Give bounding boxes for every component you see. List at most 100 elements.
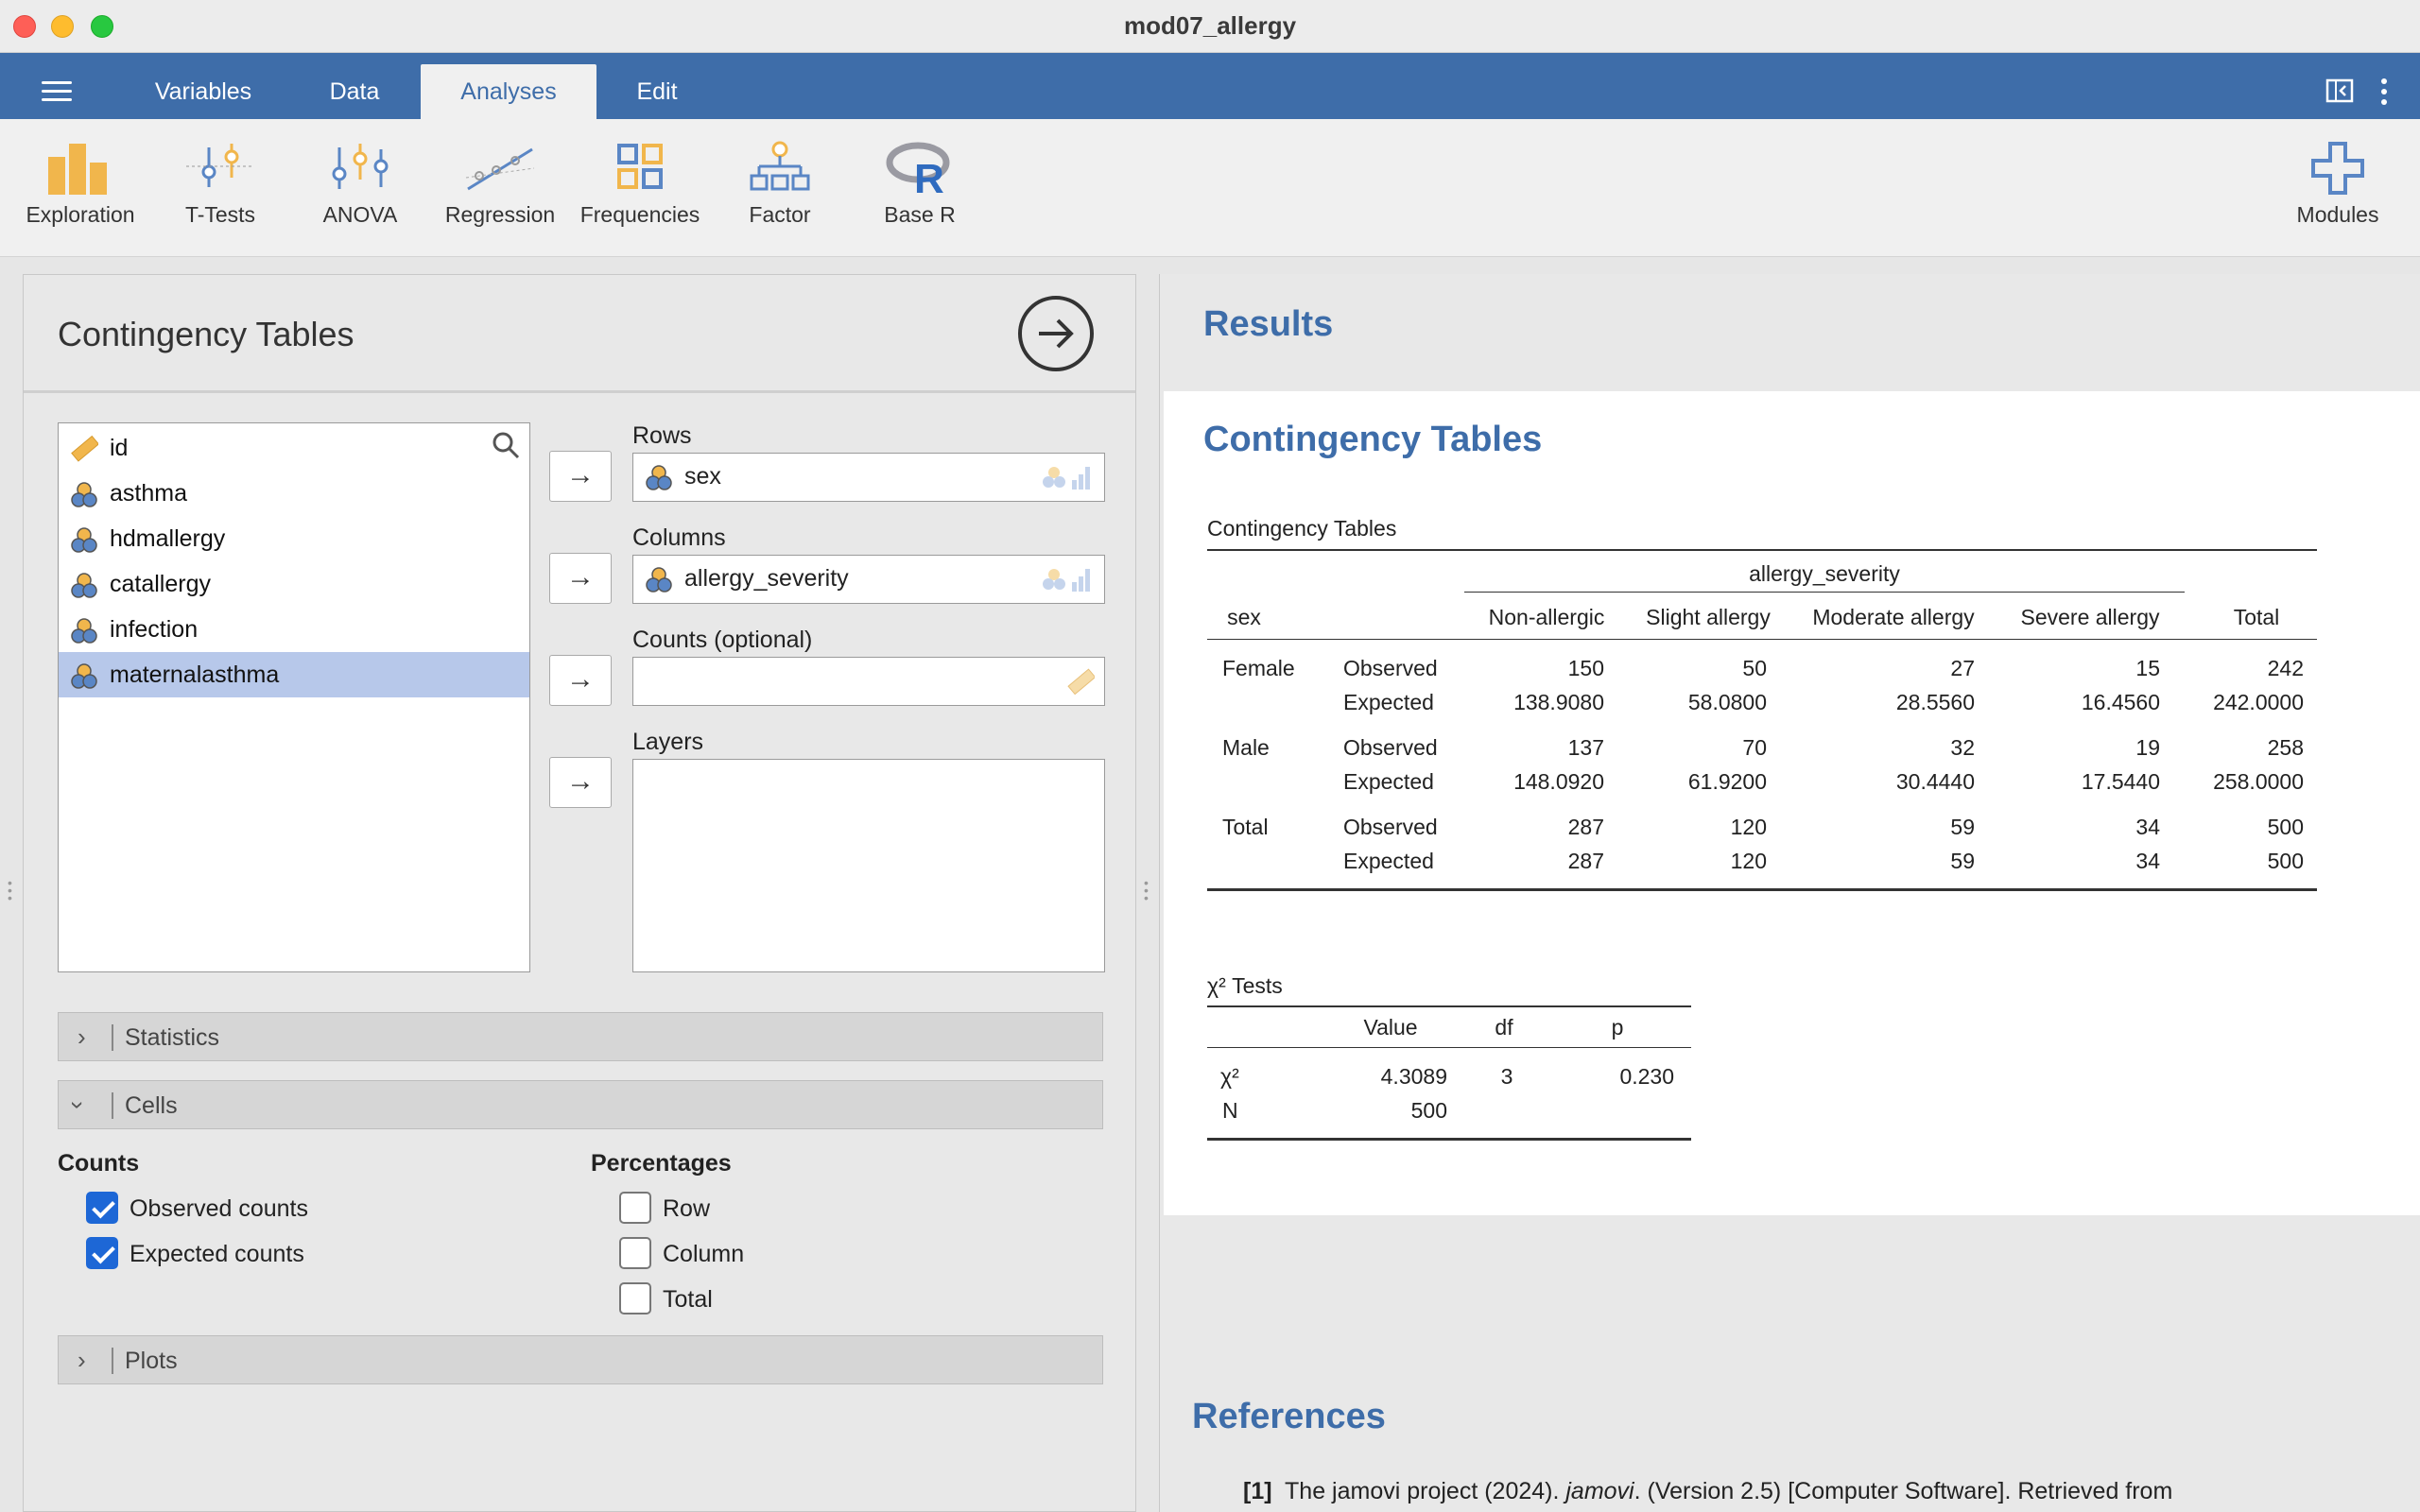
nominal-variable-icon — [71, 618, 97, 644]
factor-button[interactable]: Factor — [709, 140, 851, 228]
row-group-female: Female — [1222, 656, 1295, 680]
variable-item-maternalasthma[interactable]: maternalasthma — [59, 652, 529, 697]
table-cell: 150 — [1567, 656, 1604, 680]
chi-top-rule — [1207, 1005, 1691, 1007]
variable-item-asthma[interactable]: asthma — [59, 471, 529, 516]
counts-label: Counts (optional) — [632, 627, 813, 653]
nominal-variable-icon — [71, 663, 97, 689]
nominal-variable-icon — [71, 527, 97, 553]
arrow-right-icon: → — [566, 459, 595, 490]
variable-item-hdmallergy[interactable]: hdmallergy — [59, 516, 529, 561]
group-header-rule — [1464, 592, 2185, 593]
hamburger-menu-icon[interactable] — [42, 81, 72, 102]
base-r-button[interactable]: R Base R — [849, 140, 991, 228]
chevron-right-icon: › — [78, 1346, 86, 1374]
header-rule — [1207, 639, 2317, 640]
tab-variables[interactable]: Variables — [132, 64, 274, 119]
tab-edit[interactable]: Edit — [586, 64, 728, 119]
window-title: mod07_allergy — [1123, 11, 1297, 40]
col-header-moderate: Moderate allergy — [1812, 605, 1975, 629]
table-cell: 500 — [2267, 849, 2304, 873]
layers-drop-box[interactable] — [632, 759, 1105, 972]
table-cell: 287 — [1567, 815, 1604, 839]
rows-drop-box[interactable]: sex — [632, 453, 1105, 502]
table-cell: 61.9200 — [1687, 769, 1767, 794]
table-cell: 59 — [1950, 815, 1975, 839]
anova-button[interactable]: ANOVA — [289, 140, 431, 228]
expected-label: Expected — [1343, 769, 1434, 794]
row-group-male: Male — [1222, 735, 1270, 760]
frequencies-button[interactable]: Frequencies — [569, 140, 711, 228]
variable-list[interactable]: id asthma hdmallergy catallergy infectio… — [58, 422, 530, 972]
exploration-button[interactable]: Exploration — [9, 140, 151, 228]
panel-resize-handle[interactable]: • • • — [1144, 876, 1150, 904]
more-options-icon[interactable] — [2378, 77, 2390, 112]
table-top-rule — [1207, 549, 2317, 551]
variable-item-infection[interactable]: infection — [59, 607, 529, 652]
arrow-right-icon: → — [566, 561, 595, 593]
chi-square-p: 0.230 — [1619, 1064, 1674, 1089]
results-card: Contingency Tables Contingency Tables al… — [1164, 391, 2420, 1215]
tab-analyses[interactable]: Analyses — [421, 64, 596, 119]
contingency-tables-heading[interactable]: Contingency Tables — [1203, 420, 1542, 460]
column-percent-checkbox[interactable] — [619, 1237, 651, 1269]
ttest-icon — [186, 144, 254, 187]
table-cell: 15 — [2135, 656, 2160, 680]
analysis-options-panel: Contingency Tables id asthma hdmallergy … — [23, 274, 1136, 1512]
table-cell: 50 — [1742, 656, 1767, 680]
arrow-right-icon: → — [566, 663, 595, 695]
table-cell: 28.5560 — [1895, 690, 1975, 714]
cells-section-toggle[interactable]: › Cells — [58, 1080, 1103, 1129]
expected-counts-label: Expected counts — [130, 1241, 304, 1267]
col-header-slight: Slight allergy — [1646, 605, 1771, 629]
columns-drop-box[interactable]: allergy_severity — [632, 555, 1105, 604]
chi-bottom-rule — [1207, 1138, 1691, 1141]
collapse-panel-icon[interactable] — [2325, 77, 2354, 111]
modules-button[interactable]: Modules — [2267, 140, 2409, 228]
row-header: sex — [1227, 605, 1261, 629]
left-resize-handle[interactable]: • • • — [8, 876, 13, 904]
table-cell: 19 — [2135, 735, 2160, 760]
results-heading: Results — [1203, 304, 1334, 344]
table-cell: 138.9080 — [1513, 690, 1604, 714]
table-cell: 70 — [1742, 735, 1767, 760]
observed-counts-checkbox[interactable] — [86, 1192, 118, 1224]
arrow-right-icon: → — [566, 765, 595, 797]
chevron-right-icon: › — [78, 1022, 86, 1051]
expected-counts-checkbox[interactable] — [86, 1237, 118, 1269]
statistics-section-toggle[interactable]: › Statistics — [58, 1012, 1103, 1061]
column-group-header: allergy_severity — [1749, 561, 1900, 586]
table-cell: 120 — [1730, 849, 1767, 873]
analyses-toolbar: Exploration T-Tests ANOVA Regression Fre… — [0, 119, 2420, 257]
plots-section-toggle[interactable]: › Plots — [58, 1335, 1103, 1384]
row-percent-checkbox[interactable] — [619, 1192, 651, 1224]
variable-item-catallergy[interactable]: catallergy — [59, 561, 529, 607]
tab-data[interactable]: Data — [284, 64, 425, 119]
nominal-variable-icon — [646, 567, 672, 593]
move-to-columns-button[interactable]: → — [549, 553, 612, 604]
table-cell: 242 — [2267, 656, 2304, 680]
observed-label: Observed — [1343, 815, 1438, 839]
column-percent-label: Column — [663, 1241, 745, 1267]
plus-icon — [2311, 142, 2364, 195]
move-to-counts-button[interactable]: → — [549, 655, 612, 706]
ttests-button[interactable]: T-Tests — [149, 140, 291, 228]
rows-label: Rows — [632, 422, 692, 449]
nominal-variable-icon — [71, 573, 97, 598]
run-analysis-button[interactable] — [1018, 296, 1094, 371]
variable-item-id[interactable]: id — [59, 425, 529, 471]
total-percent-checkbox[interactable] — [619, 1282, 651, 1314]
expected-label: Expected — [1343, 690, 1434, 714]
table-cell: 32 — [1950, 735, 1975, 760]
col-header-non-allergic: Non-allergic — [1488, 605, 1605, 629]
columns-label: Columns — [632, 524, 726, 551]
move-to-rows-button[interactable]: → — [549, 451, 612, 502]
table-cell: 16.4560 — [2081, 690, 2160, 714]
regression-button[interactable]: Regression — [429, 140, 571, 228]
nominal-variable-icon — [71, 482, 97, 507]
counts-group-title: Counts — [58, 1150, 140, 1177]
table-cell: 148.0920 — [1513, 769, 1604, 794]
counts-drop-box[interactable] — [632, 657, 1105, 706]
move-to-layers-button[interactable]: → — [549, 757, 612, 808]
arrow-right-circle-icon — [1039, 318, 1074, 349]
